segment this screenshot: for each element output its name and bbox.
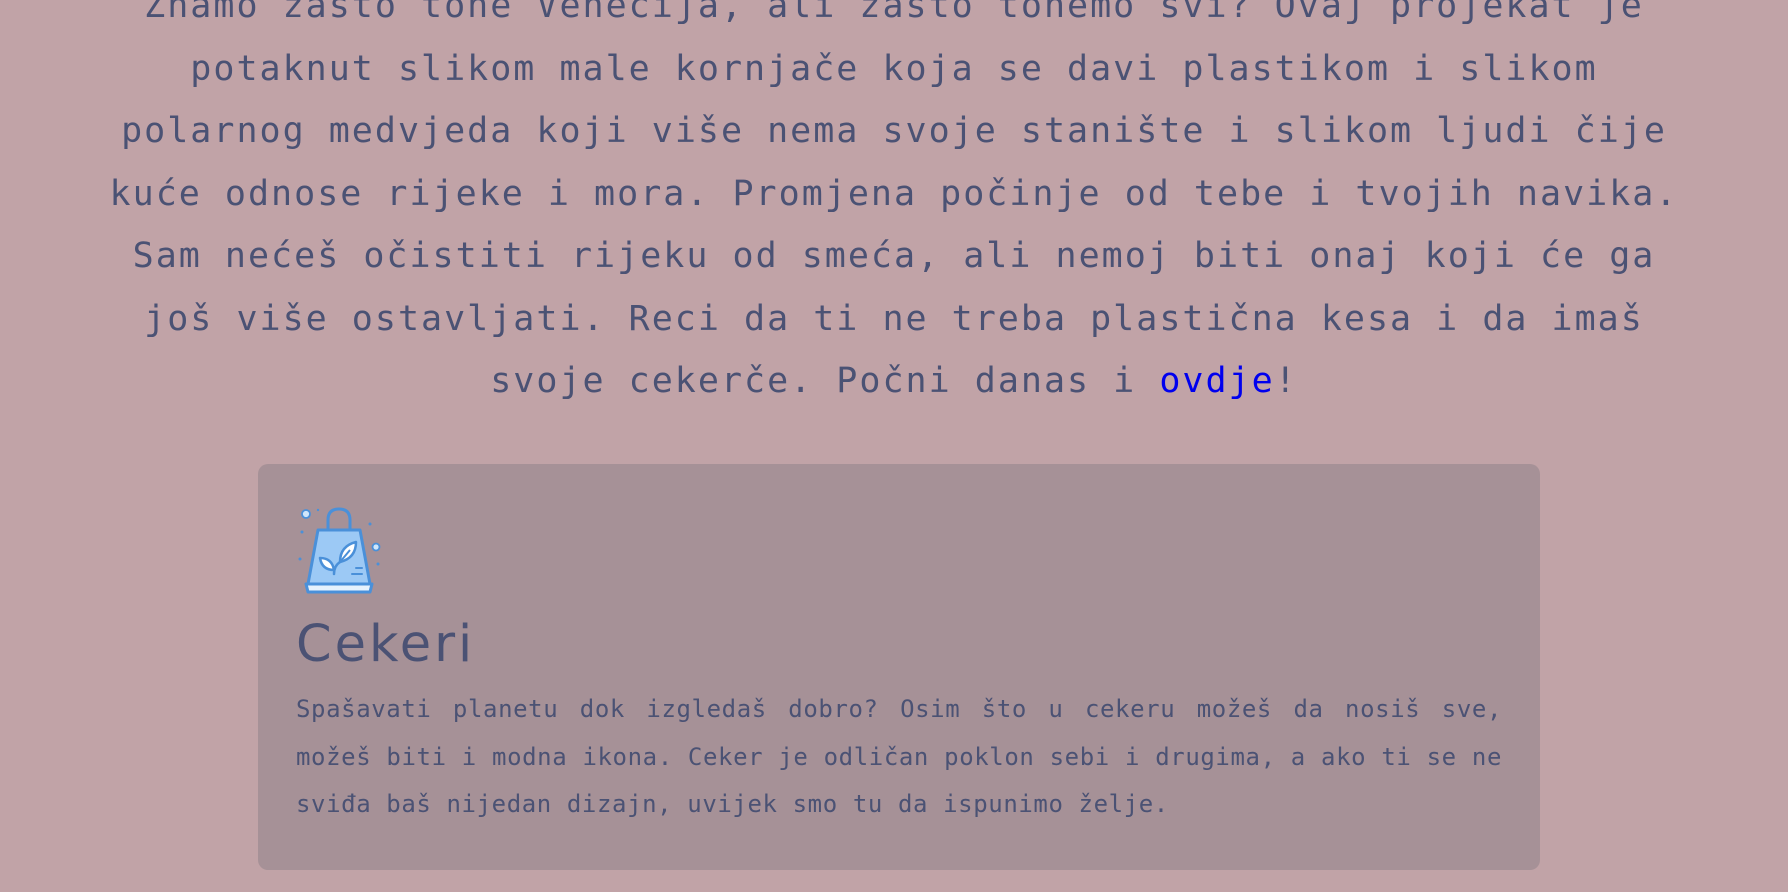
intro-text-end: ! xyxy=(1274,361,1298,401)
cekeri-card: Cekeri Spašavati planetu dok izgledaš do… xyxy=(258,464,1540,870)
card-title: Cekeri xyxy=(296,615,476,674)
eco-shopping-bag-icon xyxy=(298,507,381,594)
ovdje-link[interactable]: ovdje xyxy=(1159,361,1274,401)
intro-text: Znamo zašto tone Venecija, ali zašto ton… xyxy=(109,0,1679,401)
intro-paragraph: Znamo zašto tone Venecija, ali zašto ton… xyxy=(90,0,1698,413)
card-description: Spašavati planetu dok izgledaš dobro? Os… xyxy=(296,695,1502,818)
